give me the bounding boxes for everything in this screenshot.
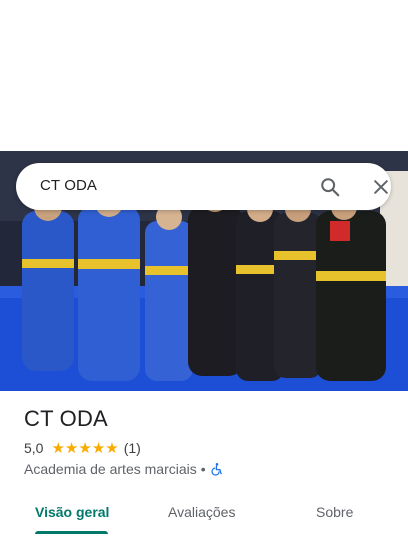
star-icon: ★	[64, 439, 79, 457]
place-info: CT ODA 5,0 ★ ★ ★ ★ ★ (1) Academia de art…	[24, 406, 384, 477]
tab-overview[interactable]: Visão geral	[35, 504, 109, 520]
close-button[interactable]	[368, 174, 394, 200]
star-rating: ★ ★ ★ ★ ★	[51, 441, 118, 456]
active-tab-indicator	[35, 531, 108, 534]
review-count[interactable]: (1)	[124, 440, 141, 456]
search-query[interactable]: CT ODA	[40, 177, 97, 194]
category-row: Academia de artes marciais •	[24, 461, 384, 477]
star-icon: ★	[105, 439, 119, 457]
tab-about[interactable]: Sobre	[316, 504, 353, 520]
star-icon: ★	[91, 439, 106, 457]
rating-row[interactable]: 5,0 ★ ★ ★ ★ ★ (1)	[24, 440, 384, 456]
star-icon: ★	[51, 439, 65, 457]
close-icon	[374, 180, 388, 194]
wheelchair-icon	[211, 463, 222, 476]
search-button[interactable]	[317, 174, 343, 200]
star-icon: ★	[78, 439, 92, 457]
rating-value: 5,0	[24, 440, 44, 456]
place-category: Academia de artes marciais	[24, 461, 197, 477]
search-bar[interactable]: CT ODA	[16, 163, 391, 210]
search-icon	[321, 178, 340, 197]
separator: •	[200, 461, 206, 477]
tab-reviews[interactable]: Avaliações	[168, 504, 235, 520]
place-title: CT ODA	[24, 406, 108, 431]
place-tabs: Visão geral Avaliações Sobre	[0, 496, 408, 542]
